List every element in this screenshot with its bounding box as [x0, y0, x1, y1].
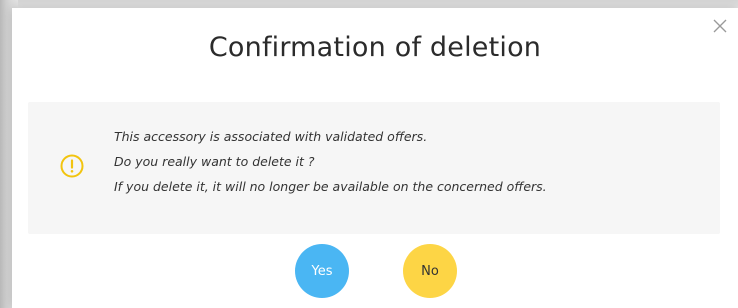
dialog-title: Confirmation of deletion	[208, 32, 542, 63]
yes-button[interactable]: Yes	[295, 244, 349, 298]
delete-confirmation-dialog: Confirmation of deletion This accessory …	[12, 8, 738, 308]
message-line-associated: This accessory is associated with valida…	[114, 129, 428, 144]
message-line-consequence: If you delete it, it will no longer be a…	[114, 179, 547, 194]
warning-message-box: This accessory is associated with valida…	[28, 102, 720, 234]
warning-message: This accessory is associated with valida…	[114, 124, 714, 199]
dialog-actions: Yes No	[12, 244, 738, 300]
no-button[interactable]: No	[403, 244, 457, 298]
warning-circle-icon	[60, 154, 84, 178]
message-line-question: Do you really want to delete it ?	[114, 154, 315, 169]
